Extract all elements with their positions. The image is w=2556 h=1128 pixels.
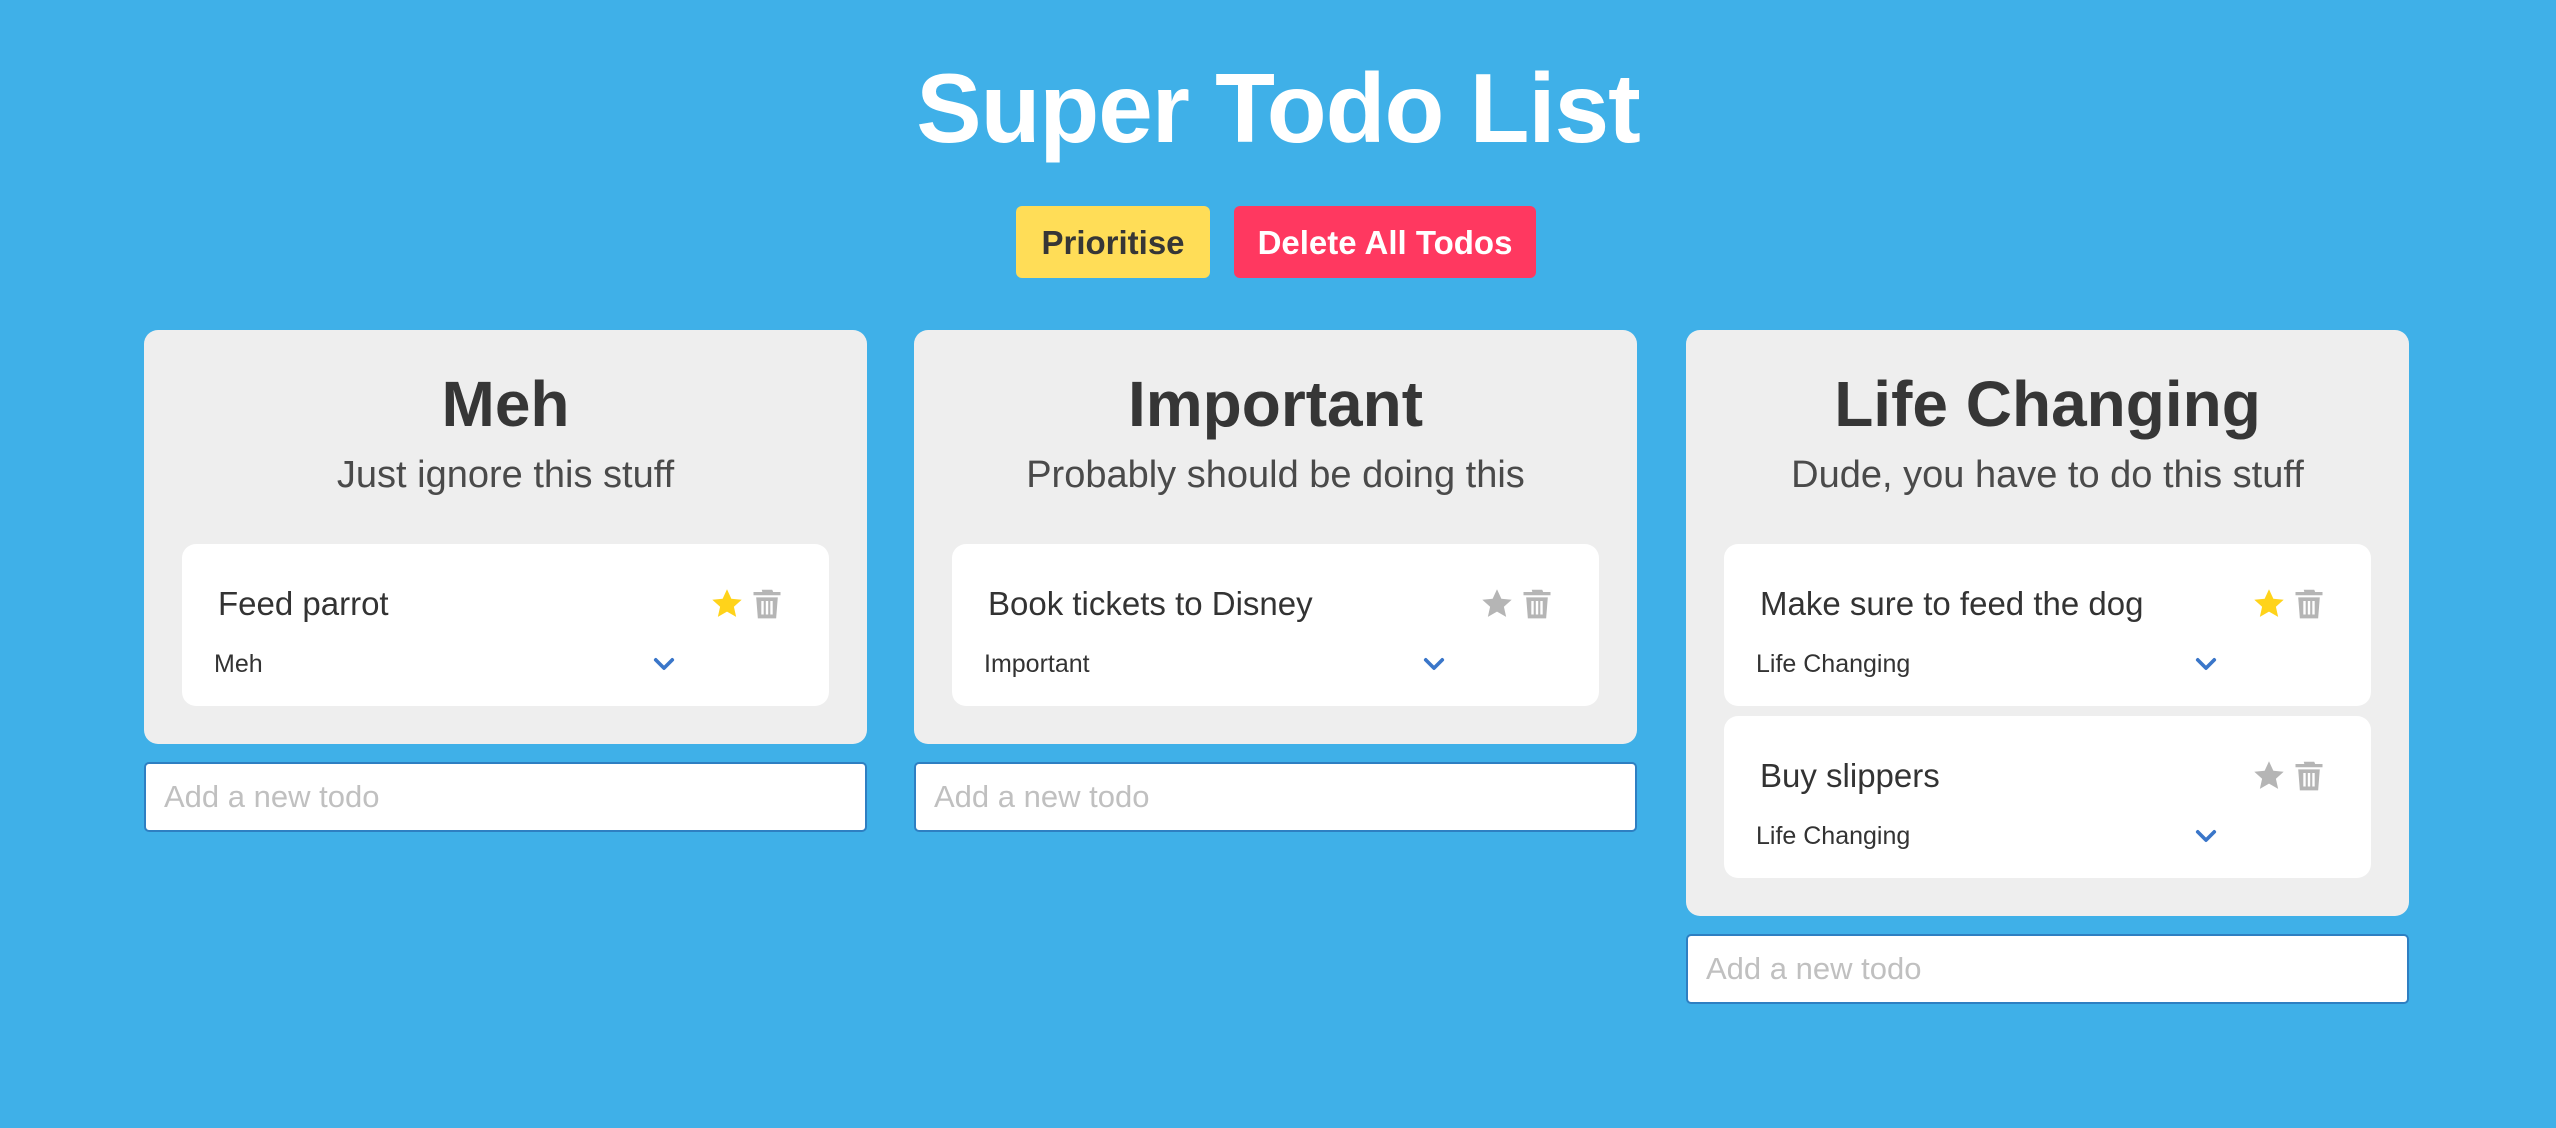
- delete-all-todos-button[interactable]: Delete All Todos: [1234, 206, 1536, 278]
- priority-select[interactable]: Life Changing: [1756, 644, 2217, 684]
- todo-text: Buy slippers: [1760, 757, 1940, 794]
- priority-select-value: Meh: [214, 650, 263, 678]
- todo-actions: [707, 584, 787, 624]
- todo-actions: [2249, 756, 2329, 796]
- priority-select-value: Important: [984, 650, 1090, 678]
- column-title: Important: [1127, 368, 1424, 440]
- column-panel: Life Changing Dude, you have to do this …: [1686, 330, 2409, 916]
- column-title: Meh: [441, 368, 570, 440]
- todo-card: Make sure to feed the dog Life Changing: [1724, 544, 2371, 706]
- column-panel: Meh Just ignore this stuff Feed parrot M…: [144, 330, 867, 744]
- chevron-down-icon: [1420, 650, 1448, 678]
- star-icon[interactable]: [707, 584, 747, 624]
- column-important: Important Probably should be doing this …: [914, 330, 1637, 832]
- star-icon[interactable]: [2249, 756, 2289, 796]
- column-title: Life Changing: [1834, 368, 2261, 440]
- trash-icon[interactable]: [2289, 756, 2329, 796]
- trash-icon[interactable]: [2289, 584, 2329, 624]
- priority-select-value: Life Changing: [1756, 650, 1911, 678]
- column-subtitle: Dude, you have to do this stuff: [1791, 454, 2304, 496]
- column-panel: Important Probably should be doing this …: [914, 330, 1637, 744]
- trash-icon[interactable]: [747, 584, 787, 624]
- column-life-changing: Life Changing Dude, you have to do this …: [1686, 330, 2409, 1004]
- priority-select[interactable]: Important: [984, 644, 1445, 684]
- column-meh: Meh Just ignore this stuff Feed parrot M…: [144, 330, 867, 832]
- todo-text: Book tickets to Disney: [988, 585, 1313, 622]
- todo-card: Book tickets to Disney Important: [952, 544, 1599, 706]
- new-todo-input[interactable]: [914, 762, 1637, 832]
- todo-text: Make sure to feed the dog: [1760, 585, 2144, 622]
- todo-text: Feed parrot: [218, 585, 389, 622]
- trash-icon[interactable]: [1517, 584, 1557, 624]
- priority-select[interactable]: Life Changing: [1756, 816, 2217, 856]
- priority-select[interactable]: Meh: [214, 644, 675, 684]
- chevron-down-icon: [2192, 822, 2220, 850]
- priority-select-value: Life Changing: [1756, 822, 1911, 850]
- todo-actions: [1477, 584, 1557, 624]
- chevron-down-icon: [650, 650, 678, 678]
- prioritise-button[interactable]: Prioritise: [1016, 206, 1210, 278]
- page-title: Super Todo List: [916, 53, 1641, 163]
- todo-actions: [2249, 584, 2329, 624]
- chevron-down-icon: [2192, 650, 2220, 678]
- todo-card: Buy slippers Life Changing: [1724, 716, 2371, 878]
- star-icon[interactable]: [2249, 584, 2289, 624]
- new-todo-input[interactable]: [1686, 934, 2409, 1004]
- todo-card: Feed parrot Meh: [182, 544, 829, 706]
- column-subtitle: Probably should be doing this: [1026, 454, 1525, 496]
- new-todo-input[interactable]: [144, 762, 867, 832]
- column-subtitle: Just ignore this stuff: [336, 454, 675, 496]
- star-icon[interactable]: [1477, 584, 1517, 624]
